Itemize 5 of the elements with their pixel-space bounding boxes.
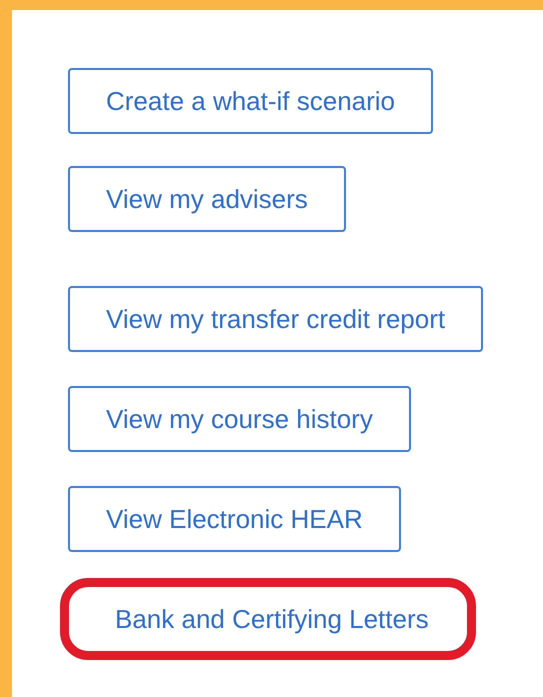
- action-button[interactable]: View my course history: [68, 386, 411, 452]
- action-button[interactable]: View Electronic HEAR: [68, 486, 401, 552]
- action-button[interactable]: Create a what-if scenario: [68, 68, 434, 134]
- action-button[interactable]: View my transfer credit report: [68, 286, 484, 352]
- action-button[interactable]: View my advisers: [68, 166, 346, 232]
